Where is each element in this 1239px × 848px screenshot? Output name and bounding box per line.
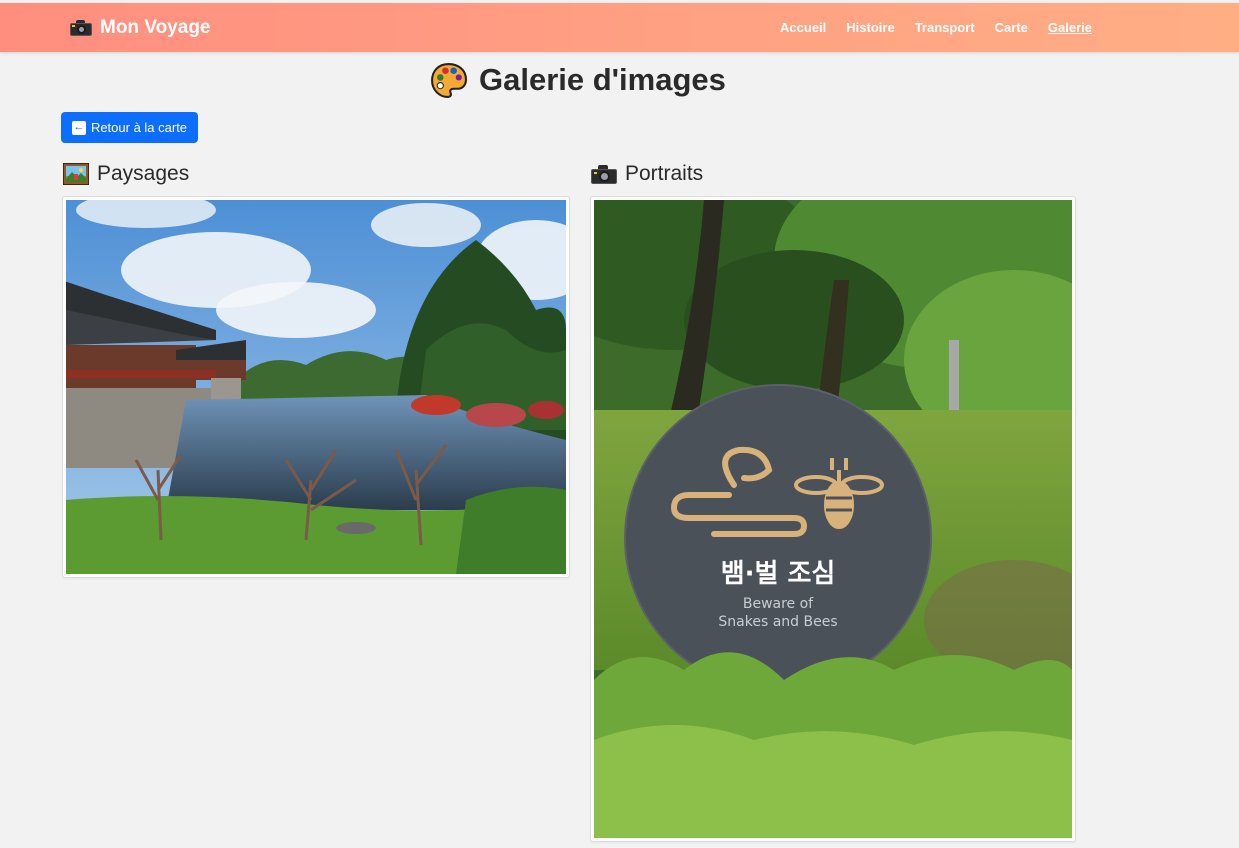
camera-icon xyxy=(70,20,92,36)
framed-picture-icon xyxy=(63,163,89,185)
top-navbar: Mon Voyage Accueil Histoire Transport Ca… xyxy=(0,3,1239,52)
page-title-text: Galerie d'images xyxy=(479,62,726,97)
nav-link-galerie[interactable]: Galerie xyxy=(1048,20,1092,35)
landscape-image xyxy=(66,200,566,574)
back-button-label: Retour à la carte xyxy=(90,120,188,135)
landscape-photo[interactable] xyxy=(62,196,570,578)
section-title-label: Portraits xyxy=(625,162,704,185)
section-title-paysages: Paysages xyxy=(63,160,189,188)
camera-icon xyxy=(591,164,617,184)
nav-link-histoire[interactable]: Histoire xyxy=(846,20,894,35)
sign-english-line1: Beware of xyxy=(743,596,814,612)
arrow-left-icon: ← xyxy=(71,120,86,135)
brand-label: Mon Voyage xyxy=(100,17,211,38)
section-title-portraits: Portraits xyxy=(591,160,703,188)
nav-link-carte[interactable]: Carte xyxy=(995,20,1028,35)
sign-korean-text: 뱀·벌 조심 xyxy=(721,559,836,589)
nav-link-transport[interactable]: Transport xyxy=(915,20,975,35)
brand-link[interactable]: Mon Voyage xyxy=(70,15,211,41)
portrait-photo[interactable]: 뱀·벌 조심 Beware of Snakes and Bees xyxy=(590,196,1076,842)
nav-link-accueil[interactable]: Accueil xyxy=(780,20,826,35)
main-nav: Accueil Histoire Transport Carte Galerie xyxy=(780,3,1092,52)
page-title: Galerie d'images xyxy=(430,60,726,100)
section-title-label: Paysages xyxy=(97,162,190,185)
palette-icon xyxy=(431,62,467,98)
portrait-image: 뱀·벌 조심 Beware of Snakes and Bees xyxy=(594,200,1072,838)
back-to-map-button[interactable]: ← Retour à la carte xyxy=(61,112,198,143)
sign-english-line2: Snakes and Bees xyxy=(718,614,837,630)
